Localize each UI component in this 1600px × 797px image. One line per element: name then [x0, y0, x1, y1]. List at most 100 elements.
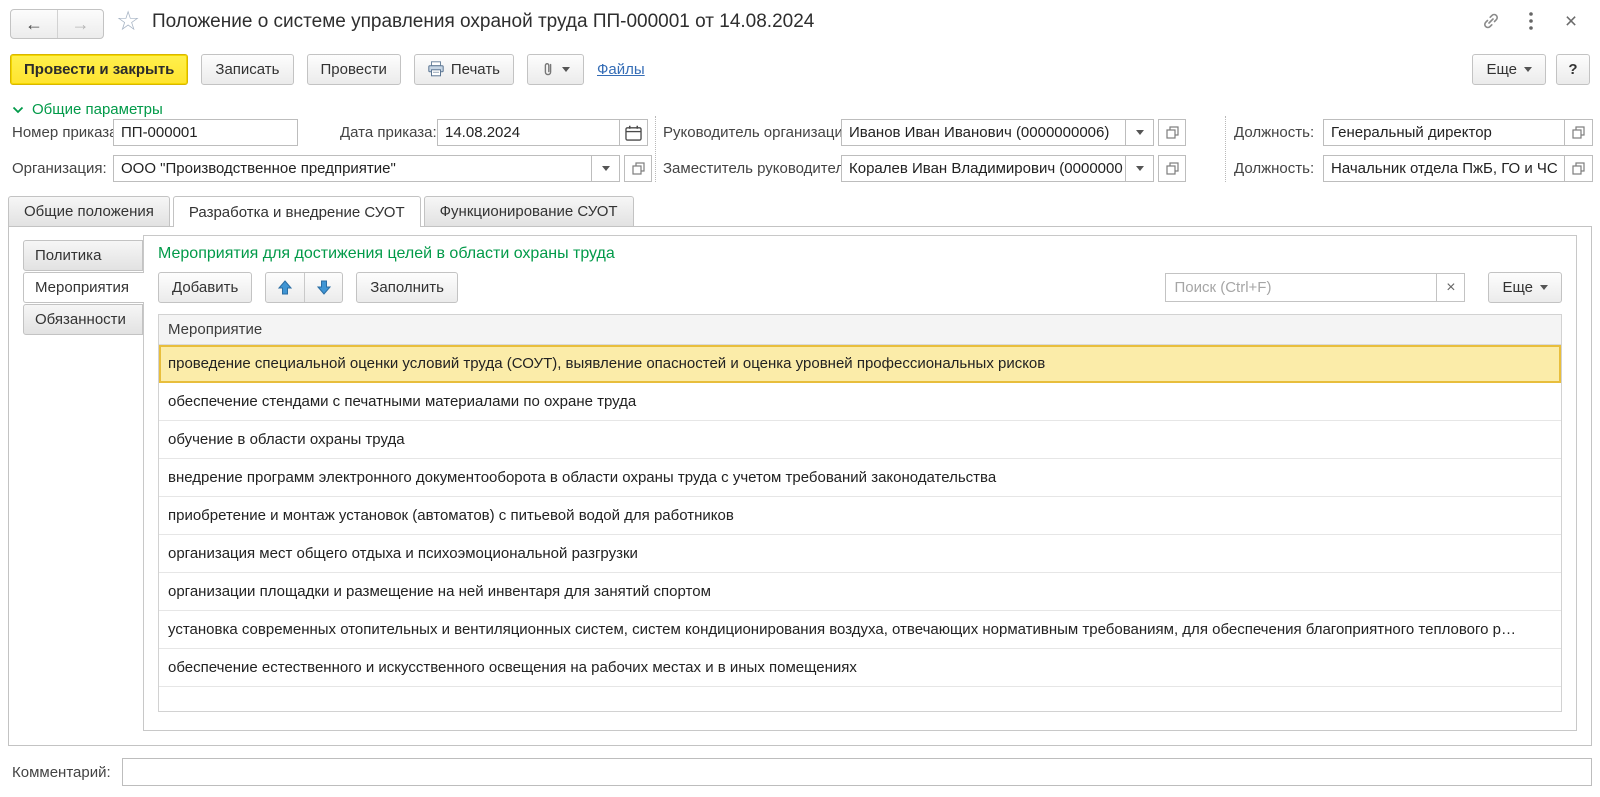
link-icon[interactable]: [1480, 10, 1502, 32]
head-open-button[interactable]: [1158, 119, 1186, 146]
deputy-dropdown-button[interactable]: [1126, 155, 1154, 182]
table-row[interactable]: приобретение и монтаж установок (автомат…: [159, 497, 1561, 535]
organization-value[interactable]: ООО "Производственное предприятие": [113, 155, 592, 182]
more-button[interactable]: Еще: [1472, 54, 1546, 85]
back-arrow-icon: ←: [25, 14, 43, 35]
table-row[interactable]: организация мест общего отдыха и психоэм…: [159, 535, 1561, 573]
side-tabs: ПолитикаМероприятияОбязанности: [23, 240, 143, 336]
order-date-value[interactable]: 14.08.2024: [437, 119, 620, 146]
table-row[interactable]: обеспечение стендами с печатными материа…: [159, 383, 1561, 421]
order-date-field[interactable]: 14.08.2024: [437, 119, 648, 146]
close-icon[interactable]: ×: [1560, 10, 1582, 32]
dropdown-caret-icon: [1540, 285, 1548, 290]
favorite-star-icon[interactable]: ☆: [116, 6, 140, 37]
organization-label: Организация:: [12, 160, 107, 177]
page-tabs: Общие положенияРазработка и внедрение СУ…: [8, 196, 637, 227]
search-clear-button[interactable]: ×: [1437, 273, 1465, 302]
head-position-open-button[interactable]: [1565, 119, 1593, 146]
table-more-label: Еще: [1502, 279, 1533, 296]
head-position-value[interactable]: Генеральный директор: [1323, 119, 1565, 146]
search-input[interactable]: [1165, 273, 1437, 302]
move-buttons: [265, 272, 343, 303]
side-tab-1[interactable]: Мероприятия: [23, 272, 144, 303]
deputy-label: Заместитель руководителя:: [663, 160, 856, 177]
head-position-field[interactable]: Генеральный директор: [1323, 119, 1593, 146]
open-icon: [632, 162, 645, 175]
deputy-position-value[interactable]: Начальник отдела ПжБ, ГО и ЧС: [1323, 155, 1565, 182]
dropdown-caret-icon: [1136, 130, 1144, 135]
organization-field[interactable]: ООО "Производственное предприятие": [113, 155, 652, 182]
move-up-button[interactable]: [266, 273, 304, 302]
calendar-icon: [625, 125, 642, 141]
events-table: Мероприятие проведение специальной оценк…: [158, 314, 1562, 712]
tab-0[interactable]: Общие положения: [8, 196, 170, 226]
forward-button[interactable]: →: [57, 10, 103, 38]
dropdown-caret-icon: [1524, 67, 1532, 72]
comment-input[interactable]: [122, 758, 1592, 786]
arrow-up-icon: [278, 280, 292, 295]
table-row[interactable]: проведение специальной оценки условий тр…: [159, 345, 1561, 383]
attachments-button[interactable]: [527, 54, 584, 85]
order-number-field[interactable]: ПП-000001: [113, 119, 298, 146]
order-date-label: Дата приказа:: [340, 124, 437, 141]
save-button[interactable]: Записать: [201, 54, 293, 85]
back-button[interactable]: ←: [11, 10, 57, 38]
nav-button-group: ← →: [10, 9, 104, 39]
print-button-label: Печать: [451, 61, 500, 78]
dropdown-caret-icon: [1136, 166, 1144, 171]
tab-1[interactable]: Разработка и внедрение СУОТ: [173, 196, 421, 227]
deputy-position-label: Должность:: [1234, 160, 1314, 177]
table-row[interactable]: внедрение программ электронного документ…: [159, 459, 1561, 497]
calendar-button[interactable]: [620, 119, 648, 146]
deputy-field[interactable]: Коралев Иван Владимирович (0000000: [841, 155, 1186, 182]
move-down-button[interactable]: [304, 273, 342, 302]
files-link[interactable]: Файлы: [597, 61, 645, 78]
dropdown-caret-icon: [602, 166, 610, 171]
printer-icon: [428, 61, 444, 77]
toolbar-right: Еще ?: [1472, 54, 1590, 85]
arrow-down-icon: [317, 280, 331, 295]
head-dropdown-button[interactable]: [1126, 119, 1154, 146]
order-number-value[interactable]: ПП-000001: [113, 119, 298, 146]
head-position-label: Должность:: [1234, 124, 1314, 141]
deputy-open-button[interactable]: [1158, 155, 1186, 182]
event-rows: проведение специальной оценки условий тр…: [159, 345, 1561, 687]
order-number-label: Номер приказа:: [12, 124, 122, 141]
open-icon: [1572, 126, 1585, 139]
organization-dropdown-button[interactable]: [592, 155, 620, 182]
page-title: Положение о системе управления охраной т…: [152, 11, 814, 33]
print-button[interactable]: Печать: [414, 54, 514, 85]
table-column-header[interactable]: Мероприятие: [159, 315, 1561, 345]
table-row[interactable]: организации площадки и размещение на ней…: [159, 573, 1561, 611]
side-tab-0[interactable]: Политика: [23, 240, 143, 271]
paperclip-icon: [541, 61, 555, 77]
dropdown-caret-icon: [562, 67, 570, 72]
head-value[interactable]: Иванов Иван Иванович (0000000006): [841, 119, 1126, 146]
more-button-label: Еще: [1486, 61, 1517, 78]
post-and-close-button[interactable]: Провести и закрыть: [10, 54, 188, 85]
more-dots-icon[interactable]: [1520, 10, 1542, 32]
head-field[interactable]: Иванов Иван Иванович (0000000006): [841, 119, 1186, 146]
tab-2[interactable]: Функционирование СУОТ: [424, 196, 634, 226]
organization-open-button[interactable]: [624, 155, 652, 182]
deputy-value[interactable]: Коралев Иван Владимирович (0000000: [841, 155, 1126, 182]
add-button[interactable]: Добавить: [158, 272, 252, 303]
post-button[interactable]: Провести: [307, 54, 401, 85]
open-icon: [1166, 126, 1179, 139]
toolbar: Провести и закрыть Записать Провести Печ…: [10, 52, 1590, 86]
window-icons: ×: [1480, 10, 1582, 32]
table-row[interactable]: обеспечение естественного и искусственно…: [159, 649, 1561, 687]
table-row[interactable]: обучение в области охраны труда: [159, 421, 1561, 459]
separator: [1225, 116, 1226, 182]
table-more-button[interactable]: Еще: [1488, 272, 1562, 303]
forward-arrow-icon: →: [72, 14, 90, 35]
deputy-position-open-button[interactable]: [1565, 155, 1593, 182]
general-params-section-toggle[interactable]: Общие параметры: [12, 101, 163, 118]
side-tab-2[interactable]: Обязанности: [23, 304, 143, 335]
events-pane: Мероприятия для достижения целей в облас…: [143, 235, 1577, 731]
help-button[interactable]: ?: [1556, 54, 1590, 85]
deputy-position-field[interactable]: Начальник отдела ПжБ, ГО и ЧС: [1323, 155, 1593, 182]
table-row[interactable]: установка современных отопительных и вен…: [159, 611, 1561, 649]
fill-button[interactable]: Заполнить: [356, 272, 458, 303]
search-group: ×: [1165, 273, 1465, 302]
